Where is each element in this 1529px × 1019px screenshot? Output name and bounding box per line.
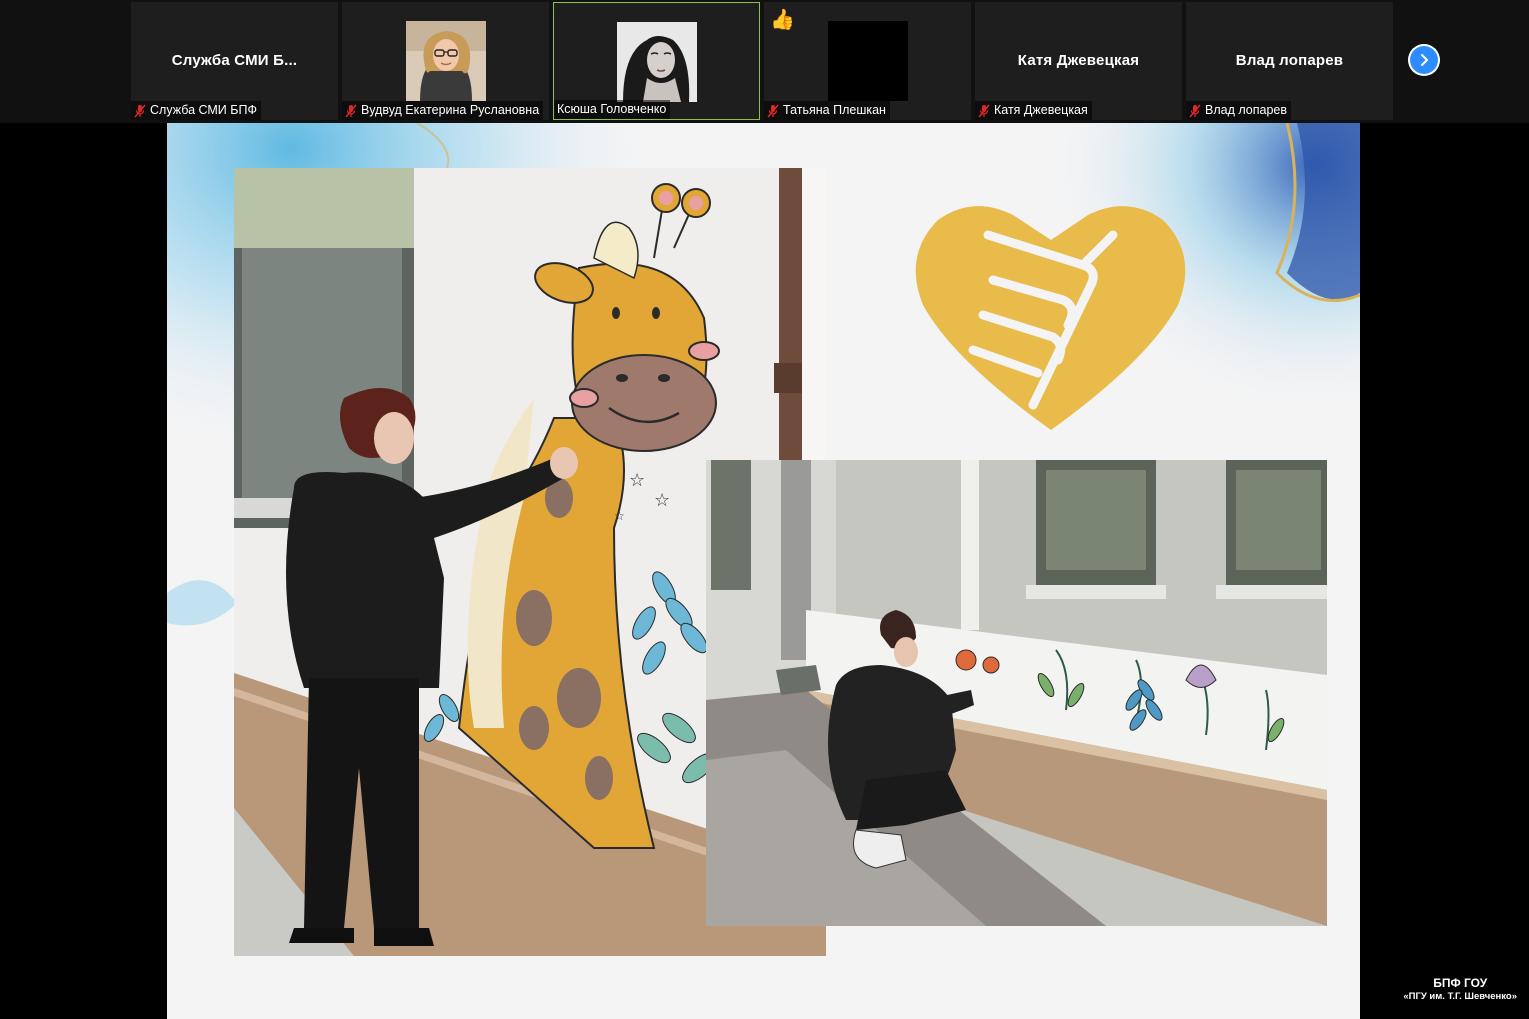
participant-label: Вудвуд Екатерина Руслановна [342,101,544,120]
svg-text:☆: ☆ [654,490,670,510]
watermark-line-2: «ПГУ им. Т.Г. Шевченко» [1403,991,1517,1002]
next-participants-button[interactable] [1408,44,1440,76]
participant-name: Катя Джевецкая [994,103,1088,117]
participant-tile-active-speaker[interactable]: Ксюша Головченко [553,2,760,120]
participant-name: Влад лопарев [1205,103,1288,117]
participant-video [827,21,908,101]
heart-handshake-logo [915,206,1186,430]
participant-display-name: Влад лопарев [1235,52,1344,69]
participant-label: Татьяна Плешкан [764,101,890,120]
participant-label: Влад лопарев [1186,101,1292,120]
participant-video [405,21,486,101]
mic-muted-icon [134,104,146,117]
participant-display-name: Служба СМИ Б... [171,52,298,69]
mic-muted-icon [1189,104,1201,117]
mic-muted-icon [767,104,779,117]
participant-name: Ксюша Головченко [557,102,667,116]
thumbs-up-reaction-icon: 👍 [770,9,795,31]
svg-text:☆: ☆ [629,470,645,490]
participant-tile[interactable]: Служба СМИ Б... Служба СМИ БПФ [131,2,338,120]
participant-name: Служба СМИ БПФ [150,103,257,117]
broadcaster-watermark: БПФ ГОУ «ПГУ им. Т.Г. Шевченко» [1403,977,1517,1003]
participant-label: Катя Джевецкая [975,101,1092,120]
participant-tile[interactable]: Татьяна Плешкан [764,2,971,120]
mic-muted-icon [978,104,990,117]
participant-display-name: Катя Джевецкая [1017,52,1140,69]
shared-screen-slide: ☆ ☆ ☆ [167,123,1360,1019]
chevron-right-icon [1421,54,1428,66]
participant-name: Вудвуд Екатерина Руслановна [361,103,540,117]
watermark-line-1: БПФ ГОУ [1433,976,1488,990]
mic-muted-icon [345,104,357,117]
participant-tile[interactable]: Вудвуд Екатерина Руслановна [342,2,549,120]
participant-strip: Служба СМИ Б... Служба СМИ БПФ Вудвуд Ек… [0,0,1529,123]
participant-tile[interactable]: Влад лопарев Влад лопарев [1186,2,1393,120]
participant-label: Ксюша Головченко [554,100,671,119]
participant-video [616,22,697,102]
flower-mural-photo [706,460,1327,926]
svg-text:☆: ☆ [614,509,625,523]
participant-tile[interactable]: Катя Джевецкая Катя Джевецкая [975,2,1182,120]
participant-name: Татьяна Плешкан [783,103,886,117]
participant-label: Служба СМИ БПФ [131,101,261,120]
